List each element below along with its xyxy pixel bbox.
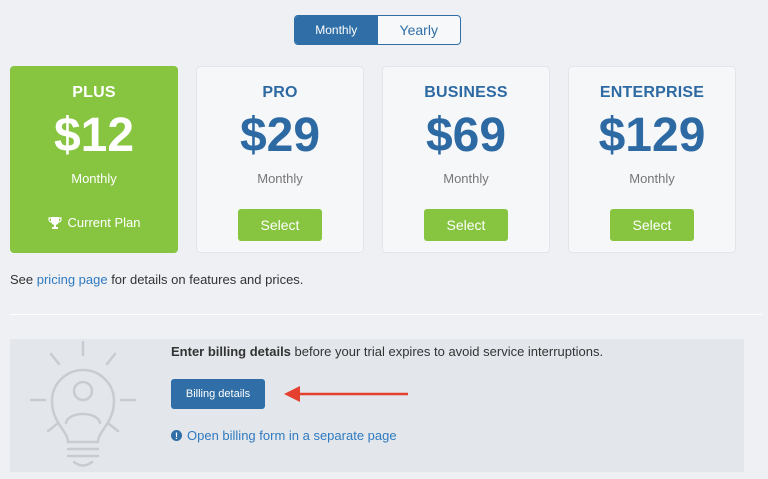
plan-card-pro: PRO $29 Monthly Select [196, 66, 364, 253]
lightbulb-person-icon [29, 340, 137, 467]
section-divider [10, 314, 762, 315]
plan-name: ENTERPRISE [599, 84, 705, 101]
billing-details-button[interactable]: Billing details [171, 379, 265, 409]
select-enterprise-button[interactable]: Select [610, 209, 694, 241]
billing-message: Enter billing details before your trial … [171, 344, 603, 359]
plan-price: $12 [53, 109, 135, 162]
plan-period: Monthly [443, 171, 489, 186]
plan-period: Monthly [257, 171, 303, 186]
plans-row: PLUS $12 Monthly Current Plan PRO $29 Mo… [10, 66, 736, 253]
plan-card-business: BUSINESS $69 Monthly Select [382, 66, 550, 253]
red-arrow-icon [284, 386, 408, 402]
plan-name: PLUS [72, 84, 116, 101]
info-icon: ! [171, 430, 182, 441]
billing-message-rest: before your trial expires to avoid servi… [290, 344, 604, 359]
current-plan-text: Current Plan [67, 215, 141, 230]
plan-price: $69 [425, 109, 507, 162]
pricing-note-prefix: See [10, 272, 37, 287]
select-business-button[interactable]: Select [424, 209, 508, 241]
plan-period: Monthly [71, 171, 117, 186]
plan-price: $129 [598, 109, 706, 162]
current-plan-label: Current Plan [11, 215, 177, 230]
plan-card-enterprise: ENTERPRISE $129 Monthly Select [568, 66, 736, 253]
pricing-note: See pricing page for details on features… [10, 272, 303, 287]
billing-panel: Enter billing details before your trial … [10, 339, 744, 472]
toggle-yearly[interactable]: Yearly [378, 16, 461, 44]
select-pro-button[interactable]: Select [238, 209, 322, 241]
plan-card-plus: PLUS $12 Monthly Current Plan [10, 66, 178, 253]
plan-period: Monthly [629, 171, 675, 186]
open-billing-form-link[interactable]: ! Open billing form in a separate page [171, 428, 397, 443]
pricing-note-suffix: for details on features and prices. [107, 272, 304, 287]
trophy-icon [47, 216, 62, 229]
billing-period-toggle: Monthly Yearly [294, 15, 461, 45]
plan-name: BUSINESS [424, 84, 508, 101]
open-billing-form-label: Open billing form in a separate page [187, 428, 397, 443]
plan-price: $29 [239, 109, 321, 162]
pricing-page-link[interactable]: pricing page [37, 272, 108, 287]
plan-name: PRO [262, 84, 298, 101]
toggle-monthly[interactable]: Monthly [295, 16, 378, 44]
billing-message-bold: Enter billing details [171, 344, 291, 359]
